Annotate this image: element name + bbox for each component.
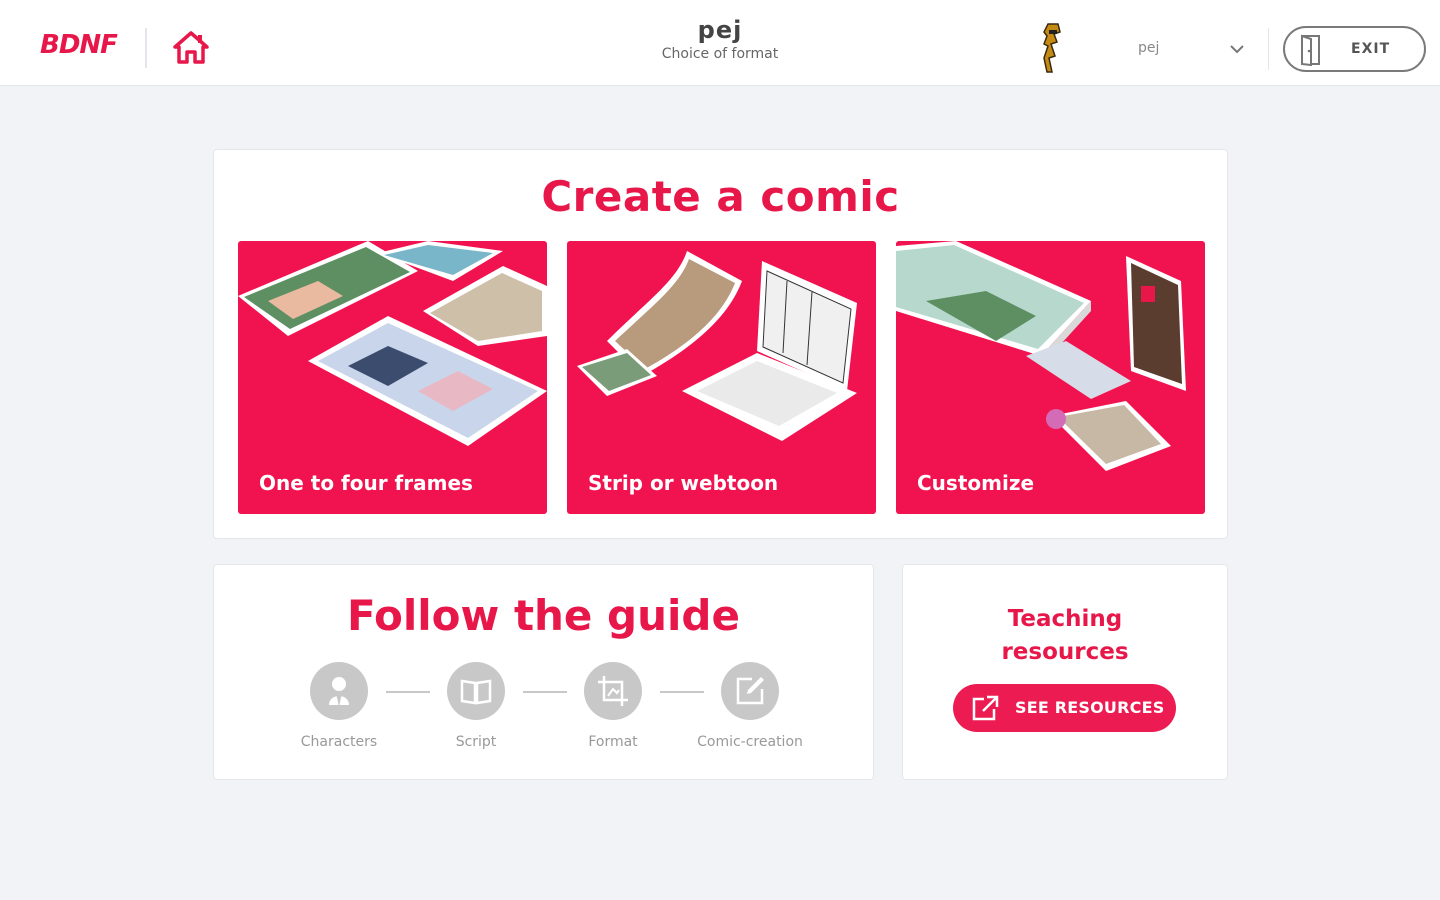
format-card-one-to-four-frames[interactable]: One to four frames: [238, 241, 547, 514]
guide-step-comic-creation[interactable]: Comic-creation: [690, 662, 810, 750]
external-link-icon: [972, 695, 999, 721]
create-comic-panel: Create a comic One to four frames Strip …: [213, 149, 1228, 539]
card-label: One to four frames: [259, 471, 473, 495]
home-icon: [173, 31, 209, 64]
follow-guide-panel: Follow the guide Characters Script Forma…: [213, 564, 874, 780]
bdnf-logo[interactable]: BDNF: [40, 30, 118, 60]
step-circle: [447, 662, 505, 720]
card-label: Strip or webtoon: [588, 471, 779, 495]
crop-icon: [598, 676, 628, 706]
format-card-strip-or-webtoon[interactable]: Strip or webtoon: [567, 241, 876, 514]
see-resources-label: SEE RESOURCES: [1015, 698, 1165, 717]
chevron-down-icon[interactable]: [1226, 38, 1248, 60]
guide-step-format[interactable]: Format: [553, 662, 673, 750]
exit-label: EXIT: [1351, 41, 1391, 57]
book-icon: [460, 679, 492, 705]
page-title-block: pej Choice of format: [520, 16, 920, 62]
see-resources-button[interactable]: SEE RESOURCES: [953, 684, 1176, 732]
step-circle: [584, 662, 642, 720]
teaching-heading-line1: Teaching: [1007, 606, 1123, 632]
home-button[interactable]: [172, 30, 210, 66]
header-divider-right: [1268, 28, 1269, 70]
logo-text: BDNF: [40, 30, 118, 60]
teaching-heading-line2: resources: [1001, 639, 1129, 665]
teaching-resources-panel: Teaching resources SEE RESOURCES: [902, 564, 1228, 780]
step-label: Characters: [300, 734, 378, 750]
step-label: Comic-creation: [697, 734, 803, 750]
format-card-customize[interactable]: Customize: [896, 241, 1205, 514]
edit-icon: [736, 677, 764, 705]
header-divider: [145, 28, 147, 68]
page-title: pej: [697, 16, 743, 44]
card-label: Customize: [917, 471, 1035, 495]
step-label: Script: [455, 734, 497, 750]
step-circle: [310, 662, 368, 720]
follow-guide-heading: Follow the guide: [347, 591, 740, 640]
top-bar: BDNF pej Choice of format pej EXIT: [0, 0, 1440, 86]
user-name[interactable]: pej: [1138, 40, 1159, 56]
characters-icon: [329, 677, 349, 707]
door-icon: [1301, 34, 1320, 66]
avatar-character-icon: [1043, 23, 1061, 73]
teaching-resources-heading: Teaching resources: [903, 603, 1227, 669]
create-comic-heading: Create a comic: [541, 172, 900, 221]
page-subtitle: Choice of format: [661, 46, 779, 62]
avatar[interactable]: [1036, 22, 1070, 74]
step-label: Format: [588, 734, 638, 750]
guide-step-characters[interactable]: Characters: [279, 662, 399, 750]
exit-button[interactable]: EXIT: [1283, 26, 1426, 72]
guide-step-script[interactable]: Script: [416, 662, 536, 750]
step-circle: [721, 662, 779, 720]
